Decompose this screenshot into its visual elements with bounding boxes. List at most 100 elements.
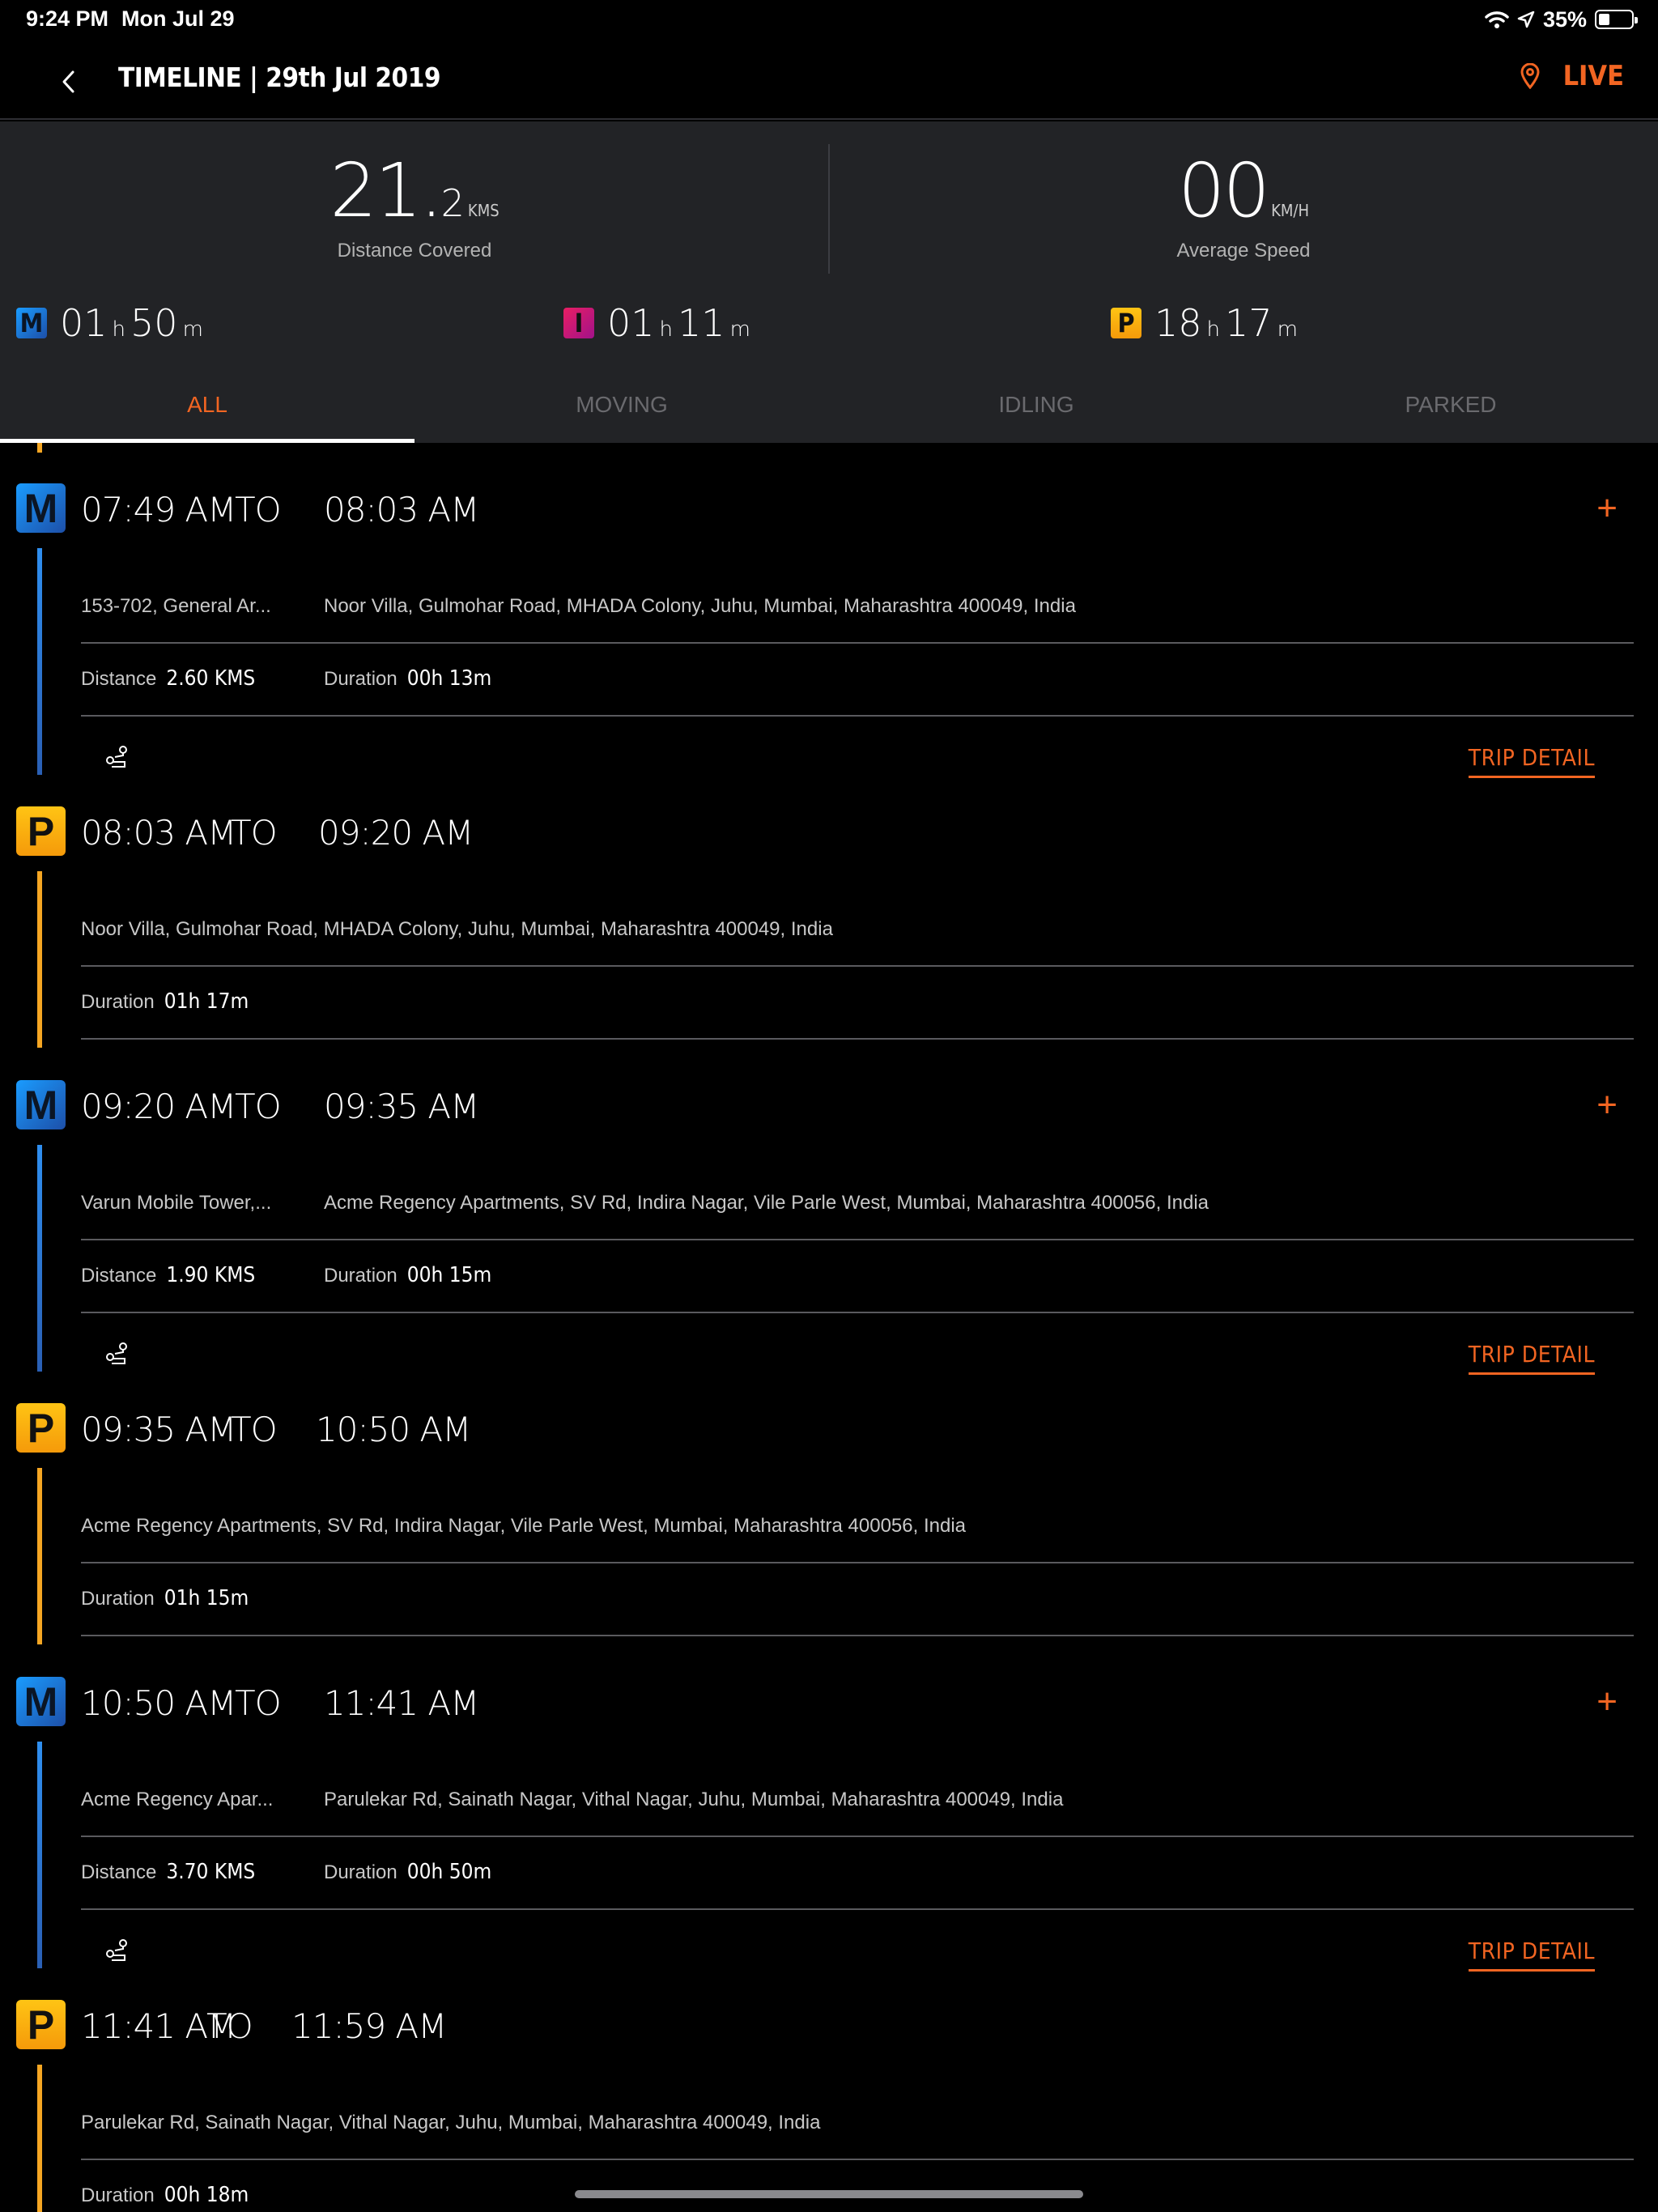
duration-value: 00h 15m — [406, 1263, 492, 1287]
speed-caption: Average Speed — [1176, 240, 1311, 262]
distance-label: Distance — [81, 1861, 157, 1883]
distance-caption: Distance Covered — [337, 240, 492, 262]
home-indicator[interactable] — [575, 2190, 1083, 2198]
parked-minutes: 17 — [1225, 301, 1273, 345]
timeline-connector — [37, 443, 42, 453]
filter-tabs: ALL MOVING IDLING PARKED — [0, 372, 1658, 443]
duration-label: Duration — [324, 1861, 397, 1883]
idling-minutes: 11 — [678, 301, 725, 345]
duration-field: Duration 00h 18m — [81, 2183, 249, 2207]
to-time: 09:35 AM — [324, 1087, 479, 1126]
from-address: Acme Regency Apar... — [81, 1789, 274, 1810]
to-address: Parulekar Rd, Sainath Nagar, Vithal Naga… — [324, 1789, 1064, 1810]
status-date: Mon Jul 29 — [121, 6, 235, 31]
parked-line — [37, 871, 42, 1048]
hours-suffix: h — [1206, 317, 1221, 342]
trip-detail-link[interactable]: TRIP DETAIL — [1468, 744, 1595, 778]
to-label: TO — [231, 813, 278, 853]
distance-field: Distance 2.60 KMS — [81, 666, 255, 691]
distance-label: Distance — [81, 1265, 157, 1287]
moving-badge-icon: M — [16, 483, 66, 533]
moving-duration: M 01 h 50 m — [16, 301, 203, 345]
duration-summary: M 01 h 50 m I 01 h 11 m P 18 h 17 m — [0, 301, 1658, 350]
divider — [81, 1908, 1634, 1910]
parked-line — [37, 2065, 42, 2212]
tab-idling[interactable]: IDLING — [829, 372, 1244, 443]
duration-field: Duration 00h 50m — [324, 1860, 491, 1884]
hours-suffix: h — [659, 317, 674, 342]
back-button[interactable] — [49, 62, 89, 102]
duration-label: Duration — [81, 991, 155, 1013]
summary-panel: 21.2 KMS Distance Covered 00 KM/H Average … — [0, 121, 1658, 443]
route-icon[interactable] — [104, 1341, 131, 1368]
divider — [81, 1312, 1634, 1313]
parked-badge-icon: P — [16, 2000, 66, 2049]
from-address: 153-702, General Ar... — [81, 595, 271, 617]
page-title: TIMELINE | 29th Jul 2019 — [118, 62, 441, 93]
divider — [81, 1635, 1634, 1636]
distance-integer: 21. — [329, 147, 443, 234]
route-icon[interactable] — [104, 744, 131, 772]
moving-hours: 01 — [60, 301, 108, 345]
chevron-left-icon — [62, 70, 74, 93]
moving-badge-icon: M — [16, 1677, 66, 1726]
parked-badge-icon: P — [1111, 308, 1141, 338]
duration-field: Duration 00h 13m — [324, 666, 491, 691]
to-time: 08:03 AM — [324, 490, 479, 530]
moving-line — [37, 1742, 42, 1968]
parked-address: Noor Villa, Gulmohar Road, MHADA Colony,… — [81, 918, 833, 940]
expand-button[interactable]: + — [1596, 1682, 1618, 1722]
from-time: 09:35 AM — [81, 1410, 236, 1449]
duration-value: 01h 17m — [164, 989, 249, 1014]
speed-value: 00 — [1177, 147, 1270, 234]
parked-hours: 18 — [1154, 301, 1202, 345]
timeline-list[interactable]: M 07:49 AM TO 08:03 AM + 153-702, Genera… — [0, 443, 1658, 2212]
minutes-suffix: m — [729, 317, 750, 342]
tab-all[interactable]: ALL — [0, 372, 414, 443]
tab-moving[interactable]: MOVING — [414, 372, 829, 443]
location-arrow-icon — [1517, 11, 1535, 28]
moving-line — [37, 1145, 42, 1372]
minutes-suffix: m — [182, 317, 203, 342]
moving-badge-icon: M — [16, 308, 47, 338]
idling-hours: 01 — [607, 301, 655, 345]
duration-value: 01h 15m — [164, 1586, 249, 1610]
distance-label: Distance — [81, 668, 157, 690]
status-time: 9:24 PM — [26, 6, 109, 31]
idling-duration: I 01 h 11 m — [563, 301, 750, 345]
duration-label: Duration — [324, 668, 397, 690]
battery-icon — [1595, 10, 1638, 29]
to-label: TO — [206, 2006, 253, 2046]
expand-button[interactable]: + — [1596, 488, 1618, 529]
to-address: Acme Regency Apartments, SV Rd, Indira N… — [324, 1192, 1209, 1214]
parked-address: Acme Regency Apartments, SV Rd, Indira N… — [81, 1515, 966, 1537]
distance-field: Distance 1.90 KMS — [81, 1263, 255, 1287]
from-time: 08:03 AM — [81, 813, 236, 853]
duration-label: Duration — [81, 2184, 155, 2206]
distance-stat: 21.2 KMS Distance Covered — [0, 151, 829, 262]
moving-minutes: 50 — [130, 301, 178, 345]
route-icon[interactable] — [104, 1938, 131, 1965]
from-time: 09:20 AM — [81, 1087, 236, 1126]
hours-suffix: h — [112, 317, 126, 342]
live-button[interactable]: LIVE — [1520, 60, 1624, 92]
parked-badge-icon: P — [16, 806, 66, 856]
trip-detail-link[interactable]: TRIP DETAIL — [1468, 1341, 1595, 1375]
moving-line — [37, 548, 42, 775]
tab-parked[interactable]: PARKED — [1244, 372, 1658, 443]
trip-detail-link[interactable]: TRIP DETAIL — [1468, 1938, 1595, 1972]
to-time: 10:50 AM — [316, 1410, 471, 1449]
duration-value: 00h 18m — [164, 2183, 249, 2207]
expand-button[interactable]: + — [1596, 1085, 1618, 1125]
duration-value: 00h 13m — [406, 666, 492, 691]
divider — [81, 2159, 1634, 2160]
to-time: 11:41 AM — [324, 1683, 479, 1723]
divider — [81, 1038, 1634, 1040]
duration-label: Duration — [81, 1588, 155, 1610]
minutes-suffix: m — [1277, 317, 1298, 342]
divider — [81, 965, 1634, 967]
status-bar: 9:24 PM Mon Jul 29 35% — [0, 0, 1658, 40]
to-address: Noor Villa, Gulmohar Road, MHADA Colony,… — [324, 595, 1076, 617]
distance-field: Distance 3.70 KMS — [81, 1860, 255, 1884]
location-pin-icon — [1520, 63, 1540, 89]
